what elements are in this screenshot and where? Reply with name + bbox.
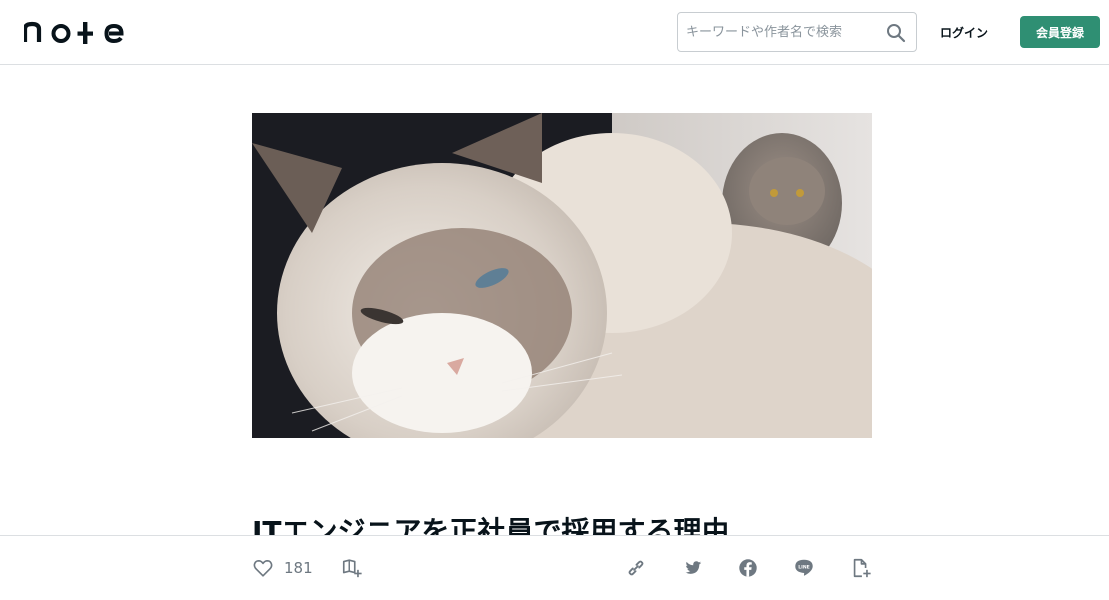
search-box bbox=[677, 12, 917, 52]
site-header: ログイン 会員登録 bbox=[0, 0, 1109, 65]
share-facebook-button[interactable] bbox=[737, 556, 759, 580]
note-logo[interactable] bbox=[22, 20, 124, 48]
like-button[interactable]: 181 bbox=[252, 556, 313, 580]
document-add-icon bbox=[853, 558, 871, 578]
twitter-icon bbox=[685, 561, 702, 574]
search-icon[interactable] bbox=[886, 23, 906, 43]
line-icon: LINE bbox=[795, 559, 813, 576]
like-count: 181 bbox=[284, 559, 313, 577]
copy-link-button[interactable] bbox=[625, 556, 647, 580]
article-action-bar: 181 LINE bbox=[0, 535, 1109, 600]
cat-photo bbox=[252, 113, 872, 438]
link-icon bbox=[628, 560, 644, 576]
login-button[interactable]: ログイン bbox=[930, 20, 998, 44]
article-hero-image bbox=[252, 113, 872, 438]
embed-button[interactable] bbox=[850, 556, 872, 580]
facebook-icon bbox=[739, 559, 757, 577]
register-button[interactable]: 会員登録 bbox=[1020, 16, 1100, 48]
search-input[interactable] bbox=[678, 13, 874, 51]
note-logo-icon bbox=[22, 21, 124, 44]
magazine-add-icon bbox=[342, 559, 362, 578]
share-twitter-button[interactable] bbox=[682, 556, 704, 580]
share-line-button[interactable]: LINE bbox=[793, 556, 815, 580]
heart-icon bbox=[253, 560, 273, 577]
add-to-magazine-button[interactable] bbox=[341, 556, 363, 580]
line-icon-label: LINE bbox=[798, 565, 810, 571]
